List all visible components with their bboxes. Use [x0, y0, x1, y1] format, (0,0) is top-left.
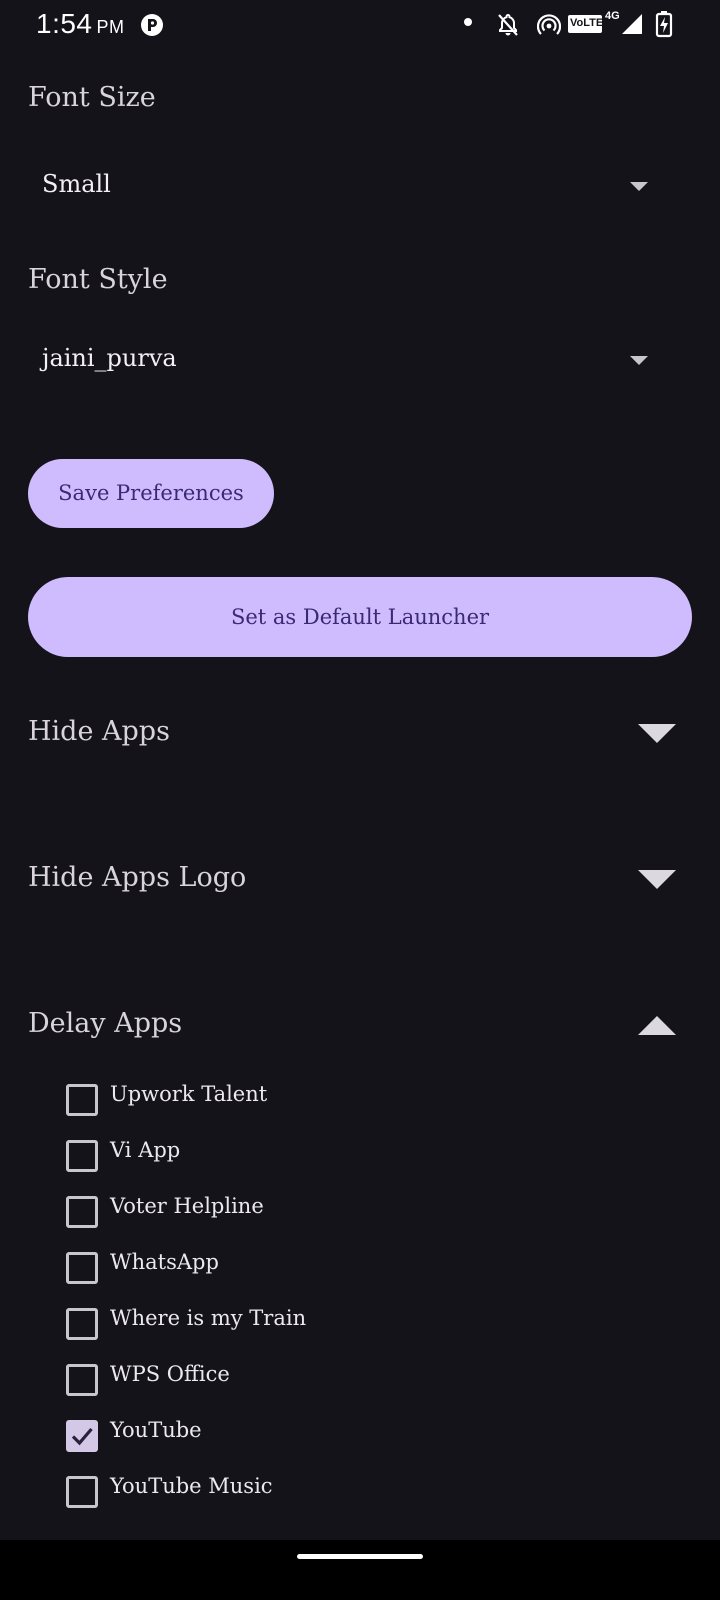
- checkmark-icon: [71, 1427, 93, 1446]
- font-style-label: Font Style: [28, 264, 168, 295]
- chevron-down-icon: [630, 182, 648, 191]
- chevron-down-icon: [630, 356, 648, 365]
- checkbox[interactable]: [66, 1140, 98, 1172]
- checkbox[interactable]: [66, 1476, 98, 1508]
- checkbox[interactable]: [66, 1364, 98, 1396]
- checkbox[interactable]: [66, 1196, 98, 1228]
- list-item[interactable]: WhatsApp: [66, 1248, 626, 1288]
- checkbox[interactable]: [66, 1084, 98, 1116]
- app-label: WPS Office: [110, 1362, 230, 1386]
- collapse-icon: [638, 1016, 676, 1035]
- font-size-dropdown[interactable]: Small: [28, 158, 692, 218]
- app-label: Voter Helpline: [110, 1194, 264, 1218]
- hotspot-icon: [537, 14, 561, 35]
- status-time-value: 1:54: [36, 8, 93, 39]
- notification-dot-icon: [464, 18, 472, 26]
- app-label: Vi App: [110, 1138, 181, 1162]
- expand-icon: [638, 870, 676, 889]
- font-style-dropdown[interactable]: jaini_purva: [28, 332, 692, 392]
- font-size-value: Small: [42, 170, 111, 198]
- checkbox-checked[interactable]: [66, 1420, 98, 1452]
- delay-apps-title: Delay Apps: [28, 1008, 183, 1039]
- gesture-handle[interactable]: [297, 1554, 423, 1559]
- list-item[interactable]: Where is my Train: [66, 1304, 626, 1344]
- save-preferences-button[interactable]: Save Preferences: [28, 459, 274, 528]
- network-type-label: 4G: [605, 10, 620, 22]
- hide-apps-logo-header[interactable]: Hide Apps Logo: [28, 850, 692, 910]
- app-label: Where is my Train: [110, 1306, 307, 1330]
- signal-icon: [622, 14, 642, 34]
- set-default-launcher-button[interactable]: Set as Default Launcher: [28, 577, 692, 657]
- checkbox[interactable]: [66, 1308, 98, 1340]
- list-item[interactable]: Upwork Talent: [66, 1080, 626, 1120]
- app-label: Upwork Talent: [110, 1082, 268, 1106]
- hide-apps-title: Hide Apps: [28, 716, 170, 747]
- app-label: WhatsApp: [110, 1250, 219, 1274]
- status-time: 1:54 PM: [36, 8, 125, 40]
- app-label: YouTube: [110, 1418, 202, 1442]
- status-bar: 1:54 PM VoLTE 4G: [0, 0, 720, 52]
- expand-icon: [638, 724, 676, 743]
- bell-off-icon: [498, 13, 518, 36]
- battery-charging-icon: [655, 11, 673, 38]
- app-notification-icon: [141, 14, 163, 36]
- list-item[interactable]: YouTube Music: [66, 1472, 626, 1512]
- font-size-label: Font Size: [28, 82, 156, 113]
- list-item[interactable]: Vi App: [66, 1136, 626, 1176]
- delay-apps-header[interactable]: Delay Apps: [28, 996, 692, 1056]
- volte-icon: VoLTE: [568, 15, 604, 33]
- hide-apps-header[interactable]: Hide Apps: [28, 704, 692, 764]
- navigation-bar: [0, 1540, 720, 1600]
- list-item[interactable]: WPS Office: [66, 1360, 626, 1400]
- font-style-value: jaini_purva: [42, 344, 177, 372]
- app-label: YouTube Music: [110, 1474, 273, 1498]
- volte-label: VoLTE: [570, 17, 604, 29]
- list-item[interactable]: Voter Helpline: [66, 1192, 626, 1232]
- list-item[interactable]: YouTube: [66, 1416, 626, 1456]
- checkbox[interactable]: [66, 1252, 98, 1284]
- hide-apps-logo-title: Hide Apps Logo: [28, 862, 247, 893]
- status-time-ampm: PM: [96, 17, 125, 37]
